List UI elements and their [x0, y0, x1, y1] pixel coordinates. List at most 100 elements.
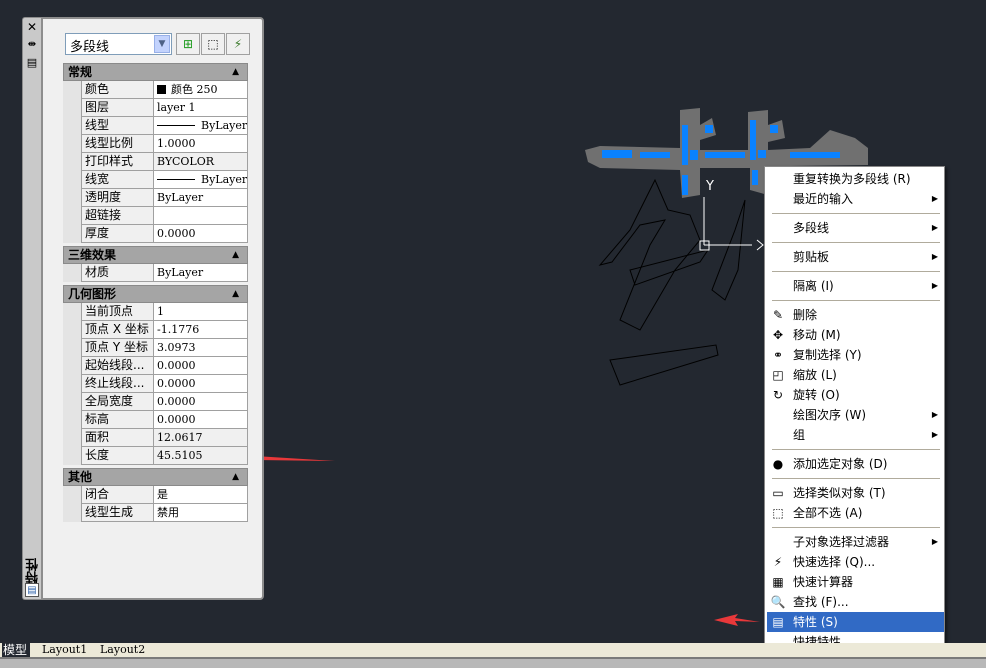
property-row[interactable]: 当前顶点 1: [81, 303, 248, 321]
tab-layout1[interactable]: Layout1: [42, 643, 87, 657]
chevron-down-icon[interactable]: ▼: [154, 35, 170, 53]
collapse-icon[interactable]: ▲: [232, 286, 239, 302]
property-value[interactable]: 1: [154, 303, 248, 321]
property-row[interactable]: 面积 12.0617: [81, 429, 248, 447]
menu-separator: [772, 300, 940, 301]
property-row[interactable]: 打印样式 BYCOLOR: [81, 153, 248, 171]
property-value-text: 1.0000: [157, 137, 196, 150]
property-value[interactable]: 颜色 250: [154, 81, 248, 99]
property-row[interactable]: 线型比例 1.0000: [81, 135, 248, 153]
property-value[interactable]: ByLayer: [154, 264, 248, 282]
menu-item[interactable]: 最近的输入 ▶: [767, 189, 944, 209]
property-value[interactable]: BYCOLOR: [154, 153, 248, 171]
tab-model[interactable]: 模型: [2, 643, 31, 657]
menu-item[interactable]: 剪贴板 ▶: [767, 247, 944, 267]
property-value[interactable]: 禁用: [154, 504, 248, 522]
collapse-icon[interactable]: ▲: [232, 64, 239, 80]
select-objects-button[interactable]: ⬚: [201, 33, 225, 55]
menu-item-icon: ▭: [772, 486, 784, 500]
property-value[interactable]: ByLayer: [154, 117, 248, 135]
quick-select-button[interactable]: ⚡: [226, 33, 250, 55]
menu-item[interactable]: ✎ 删除: [767, 305, 944, 325]
property-value[interactable]: 1.0000: [154, 135, 248, 153]
property-row[interactable]: 长度 45.5105: [81, 447, 248, 465]
menu-item-label: 重复转换为多段线 (R): [793, 172, 911, 186]
menu-item[interactable]: ↻ 旋转 (O): [767, 385, 944, 405]
property-value[interactable]: 是: [154, 486, 248, 504]
property-value-text: 禁用: [157, 506, 179, 519]
menu-item-icon: ✥: [772, 328, 784, 342]
property-value-text: -1.1776: [157, 323, 200, 336]
property-row[interactable]: 终止线段... 0.0000: [81, 375, 248, 393]
property-value[interactable]: layer 1: [154, 99, 248, 117]
section-header[interactable]: 常规 ▲: [63, 63, 248, 81]
property-row[interactable]: 顶点 Y 坐标 3.0973: [81, 339, 248, 357]
section-header[interactable]: 三维效果 ▲: [63, 246, 248, 264]
auto-hide-icon[interactable]: ⇹: [25, 38, 39, 52]
property-value[interactable]: 0.0000: [154, 225, 248, 243]
property-row[interactable]: 线型 ByLayer: [81, 117, 248, 135]
menu-item-label: 剪贴板: [793, 250, 830, 264]
toggle-pickadd-button[interactable]: ⊞: [176, 33, 200, 55]
palette-properties-icon[interactable]: ▤: [25, 56, 39, 70]
menu-item-icon: ⬚: [772, 506, 784, 520]
menu-item[interactable]: ◰ 缩放 (L): [767, 365, 944, 385]
section-header[interactable]: 其他 ▲: [63, 468, 248, 486]
object-type-select[interactable]: 多段线 ▼: [65, 33, 172, 55]
property-value[interactable]: 0.0000: [154, 375, 248, 393]
toggle-pickadd-icon: ⊞: [182, 37, 194, 51]
properties-icon[interactable]: ▤: [25, 583, 39, 597]
menu-item-icon: ⚡: [773, 555, 783, 569]
property-value[interactable]: 3.0973: [154, 339, 248, 357]
close-icon[interactable]: ✕: [25, 20, 39, 34]
menu-item[interactable]: ● 添加选定对象 (D): [767, 454, 944, 474]
property-row[interactable]: 颜色 颜色 250: [81, 81, 248, 99]
menu-item-icon: ⚭: [772, 348, 784, 362]
menu-item[interactable]: 🔍 查找 (F)...: [767, 592, 944, 612]
collapse-icon[interactable]: ▲: [232, 247, 239, 263]
menu-item-label: 快速选择 (Q)...: [793, 555, 876, 569]
property-row[interactable]: 图层 layer 1: [81, 99, 248, 117]
menu-item[interactable]: 子对象选择过滤器 ▶: [767, 532, 944, 552]
property-row[interactable]: 厚度 0.0000: [81, 225, 248, 243]
property-value[interactable]: 0.0000: [154, 357, 248, 375]
menu-item[interactable]: 组 ▶: [767, 425, 944, 445]
property-value[interactable]: 45.5105: [154, 447, 248, 465]
property-value[interactable]: -1.1776: [154, 321, 248, 339]
menu-item[interactable]: 重复转换为多段线 (R): [767, 169, 944, 189]
property-value[interactable]: 0.0000: [154, 393, 248, 411]
menu-item[interactable]: 多段线 ▶: [767, 218, 944, 238]
tab-layout2[interactable]: Layout2: [100, 643, 145, 657]
property-row[interactable]: 顶点 X 坐标 -1.1776: [81, 321, 248, 339]
property-row[interactable]: 起始线段... 0.0000: [81, 357, 248, 375]
property-row[interactable]: 超链接: [81, 207, 248, 225]
menu-separator: [772, 527, 940, 528]
section-header[interactable]: 几何图形 ▲: [63, 285, 248, 303]
menu-item[interactable]: ▭ 选择类似对象 (T): [767, 483, 944, 503]
property-label: 颜色: [81, 81, 154, 99]
menu-separator: [772, 478, 940, 479]
property-value[interactable]: 12.0617: [154, 429, 248, 447]
property-value-text: 1: [157, 305, 164, 318]
menu-item[interactable]: ⚭ 复制选择 (Y): [767, 345, 944, 365]
property-row[interactable]: 线宽 ByLayer: [81, 171, 248, 189]
menu-item[interactable]: 隔离 (I) ▶: [767, 276, 944, 296]
property-row[interactable]: 全局宽度 0.0000: [81, 393, 248, 411]
property-value[interactable]: ByLayer: [154, 189, 248, 207]
menu-item[interactable]: 绘图次序 (W) ▶: [767, 405, 944, 425]
menu-item[interactable]: ▤ 特性 (S): [767, 612, 944, 632]
menu-item[interactable]: ⚡ 快速选择 (Q)...: [767, 552, 944, 572]
property-row[interactable]: 线型生成 禁用: [81, 504, 248, 522]
property-row[interactable]: 标高 0.0000: [81, 411, 248, 429]
property-value[interactable]: ByLayer: [154, 171, 248, 189]
property-value[interactable]: [154, 207, 248, 225]
property-label: 打印样式: [81, 153, 154, 171]
property-row[interactable]: 透明度 ByLayer: [81, 189, 248, 207]
property-row[interactable]: 材质 ByLayer: [81, 264, 248, 282]
menu-item[interactable]: ▦ 快速计算器: [767, 572, 944, 592]
menu-item[interactable]: ⬚ 全部不选 (A): [767, 503, 944, 523]
collapse-icon[interactable]: ▲: [232, 469, 239, 485]
property-row[interactable]: 闭合是: [81, 486, 248, 504]
property-value[interactable]: 0.0000: [154, 411, 248, 429]
menu-item[interactable]: ✥ 移动 (M): [767, 325, 944, 345]
